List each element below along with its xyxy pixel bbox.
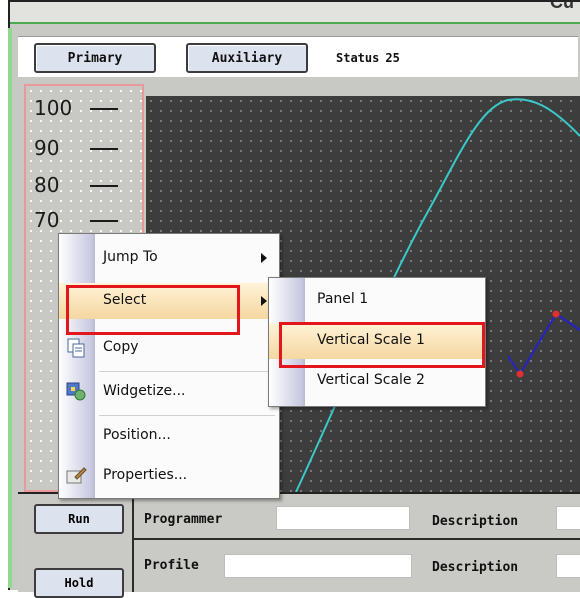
programmer-field[interactable] [276,506,410,530]
submenu-arrow-icon [261,253,267,263]
context-menu: Jump To Select Copy Widgetize... Positio… [58,233,280,499]
hold-button[interactable]: Hold [34,568,124,598]
submenu-item-vertical-scale-1[interactable]: Vertical Scale 1 [269,323,485,359]
status-indicator: Status 25 [336,51,400,65]
program-panel: Run Hold Programmer Description Profile … [18,492,580,598]
menu-item-copy[interactable]: Copy [59,330,279,366]
scale-tick: 100 [34,96,118,120]
trace-point [516,370,524,378]
submenu-item-vertical-scale-2[interactable]: Vertical Scale 2 [269,363,485,399]
primary-button[interactable]: Primary [34,43,156,73]
select-submenu: Panel 1 Vertical Scale 1 Vertical Scale … [268,277,486,407]
menu-item-select[interactable]: Select [59,283,279,319]
menu-separator [99,415,275,416]
menu-item-widgetize[interactable]: Widgetize... [59,374,279,410]
copy-icon [67,338,85,358]
menu-item-properties[interactable]: Properties... [59,458,279,494]
divider [134,538,580,540]
widgetize-icon [66,382,86,401]
description-field[interactable] [556,554,580,578]
toolbar: Primary Auxiliary Status 25 [18,36,578,77]
status-label: Status [336,51,380,65]
submenu-arrow-icon [261,296,267,306]
description-label: Description [432,514,519,529]
menu-item-jump-to[interactable]: Jump To [59,240,279,276]
scale-tick: 80 [34,173,118,197]
profile-label: Profile [144,558,199,573]
trace-point [552,310,560,318]
menu-item-position[interactable]: Position... [59,418,279,454]
description-field[interactable] [556,506,580,530]
divider [132,494,134,592]
window-title: Cu [550,0,574,12]
menu-separator [99,371,275,372]
submenu-item-panel-1[interactable]: Panel 1 [269,282,485,318]
run-button[interactable]: Run [34,504,124,534]
blue-trace [507,312,580,376]
programmer-label: Programmer [144,512,223,527]
window-border-accent [8,28,12,588]
auxiliary-button[interactable]: Auxiliary [186,43,308,73]
title-strip: Cu [10,2,580,24]
scale-tick: 70 [34,208,118,232]
description-label: Description [432,560,519,575]
properties-icon [66,467,87,484]
status-value: 25 [385,51,400,65]
scale-tick: 90 [34,136,118,160]
profile-field[interactable] [224,554,412,578]
